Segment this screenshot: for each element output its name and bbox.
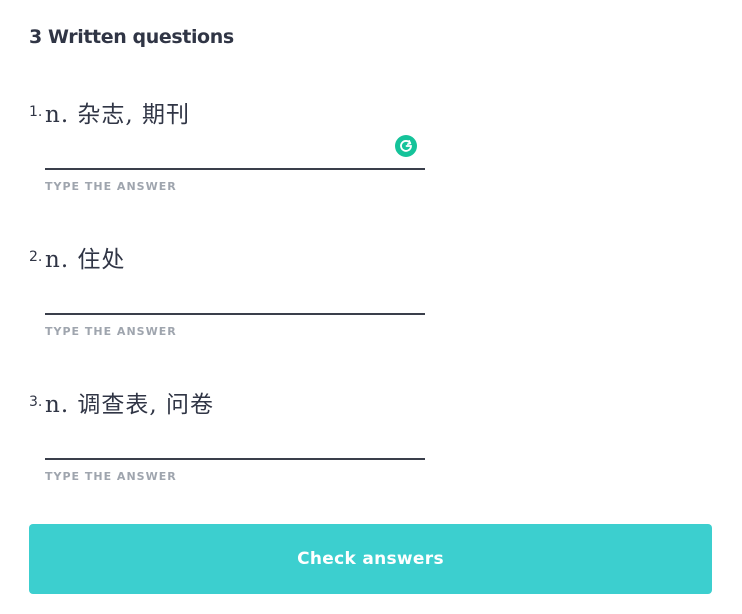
answer-input-label: TYPE THE ANSWER	[45, 180, 177, 193]
grammarly-icon[interactable]	[395, 135, 417, 157]
answer-input[interactable]	[45, 138, 425, 170]
answer-input-label: TYPE THE ANSWER	[45, 470, 177, 483]
question-number: 2.	[29, 249, 43, 265]
grammarly-g-glyph	[400, 140, 412, 152]
answer-input[interactable]	[45, 283, 425, 315]
question-prompt: n. 住处	[45, 247, 126, 273]
answer-input-label: TYPE THE ANSWER	[45, 325, 177, 338]
question-prompt: n. 调查表, 问卷	[45, 392, 215, 418]
question-number: 3.	[29, 394, 43, 410]
question-number: 1.	[29, 104, 43, 120]
check-answers-button[interactable]: Check answers	[29, 524, 712, 594]
section-title: 3 Written questions	[29, 26, 234, 48]
written-questions-page: 3 Written questions 1. n. 杂志, 期刊 TYPE TH…	[0, 0, 742, 614]
question-prompt: n. 杂志, 期刊	[45, 102, 191, 128]
answer-input[interactable]	[45, 428, 425, 460]
